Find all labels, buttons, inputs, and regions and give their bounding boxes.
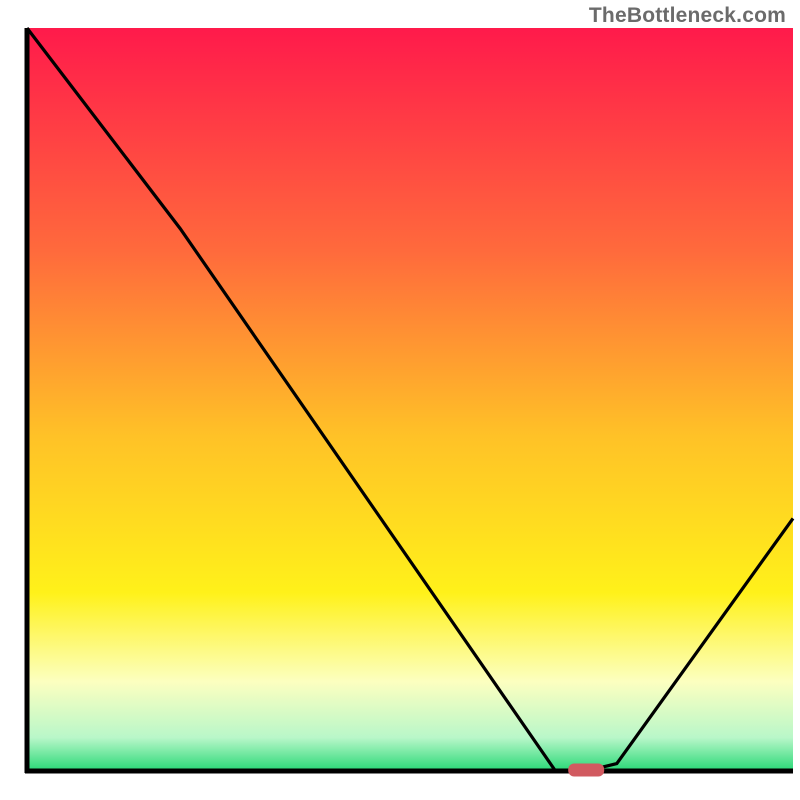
chart-container: TheBottleneck.com <box>0 0 800 800</box>
optimum-marker <box>568 764 604 777</box>
bottleneck-chart <box>0 0 800 800</box>
attribution-label: TheBottleneck.com <box>589 4 786 28</box>
plot-background <box>27 28 793 771</box>
